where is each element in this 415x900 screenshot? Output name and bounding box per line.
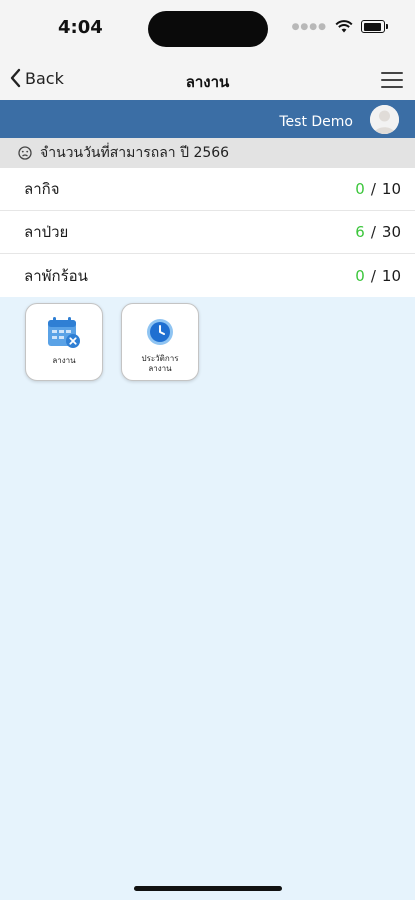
app-buttons: ลางาน ประวัติการ ลางาน: [25, 303, 199, 381]
leave-row-sick: ลาป่วย 6 / 30: [0, 211, 415, 254]
leave-summary-header: จำนวนวันที่สามารถลา ปี 2566: [0, 138, 415, 168]
leave-total: 30: [381, 223, 401, 241]
leave-count: 0 / 10: [355, 267, 401, 285]
leave-history-label: ประวัติการ ลางาน: [142, 354, 179, 374]
leave-count: 0 / 10: [355, 180, 401, 198]
request-leave-button[interactable]: ลางาน: [25, 303, 103, 381]
leave-type-label: ลาพักร้อน: [24, 266, 88, 285]
dynamic-island: [148, 11, 268, 47]
avatar[interactable]: [370, 105, 399, 134]
leave-used: 0: [355, 180, 365, 198]
leave-used: 6: [355, 223, 365, 241]
page-title: ลางาน: [185, 73, 230, 91]
hamburger-menu-icon[interactable]: [381, 72, 403, 88]
home-indicator: [134, 886, 282, 891]
leave-type-label: ลากิจ: [24, 180, 60, 198]
person-icon: [370, 105, 399, 134]
leave-balance-list: ลากิจ 0 / 10 ลาป่วย 6 / 30 ลาพักร้อน 0 /…: [0, 168, 415, 297]
navigation-bar: Back ลางาน: [0, 60, 415, 100]
leave-history-button[interactable]: ประวัติการ ลางาน: [121, 303, 199, 381]
battery-icon: [361, 20, 388, 33]
count-separator: /: [370, 266, 376, 285]
user-name: Test Demo: [279, 114, 353, 130]
user-bar: Test Demo: [0, 100, 415, 138]
status-time: 4:04: [58, 17, 103, 38]
calendar-cancel-icon: [47, 317, 81, 353]
clock-icon: [145, 317, 175, 351]
wifi-icon: [335, 20, 353, 33]
leave-used: 0: [355, 266, 365, 285]
count-separator: /: [370, 223, 376, 241]
leave-history-label-line2: ลางาน: [148, 364, 172, 373]
leave-history-label-line1: ประวัติการ: [141, 354, 179, 363]
leave-count: 6 / 30: [355, 223, 401, 241]
status-bar: 4:04 ●●●●: [0, 0, 415, 60]
face-icon: [18, 146, 32, 160]
status-icons: ●●●●: [291, 20, 388, 33]
signal-icon: ●●●●: [291, 21, 327, 32]
request-leave-label: ลางาน: [52, 356, 76, 365]
leave-type-label: ลาป่วย: [24, 223, 69, 241]
leave-row-personal: ลากิจ 0 / 10: [0, 168, 415, 211]
leave-summary-title: จำนวนวันที่สามารถลา ปี 2566: [40, 145, 230, 161]
leave-total: 10: [381, 180, 401, 198]
count-separator: /: [370, 180, 376, 198]
leave-row-vacation: ลาพักร้อน 0 / 10: [0, 254, 415, 297]
leave-total: 10: [381, 266, 401, 285]
